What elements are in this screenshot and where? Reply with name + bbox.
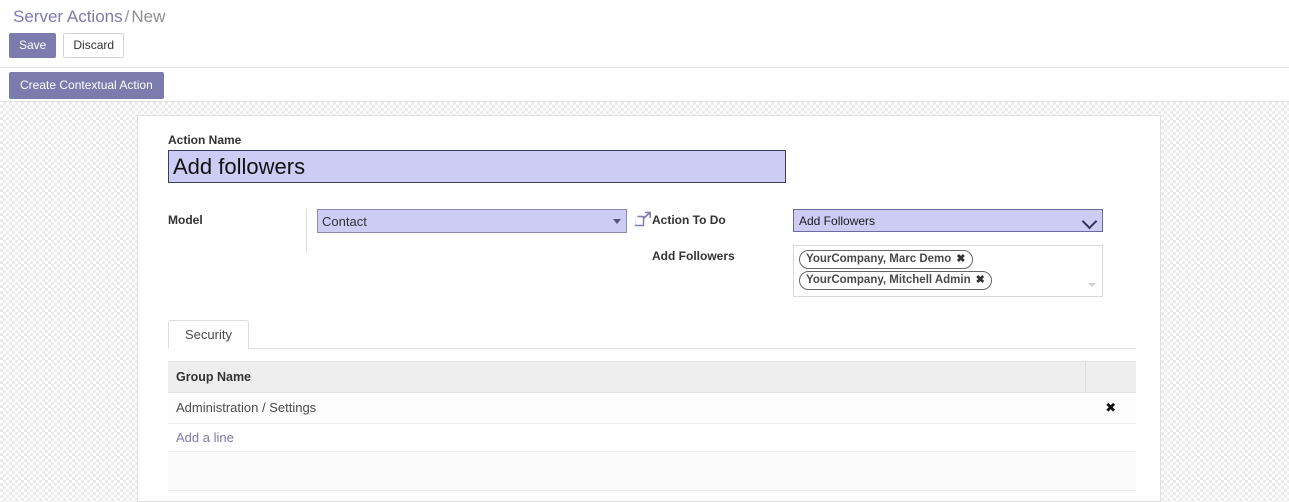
- action-name-input[interactable]: [168, 150, 786, 183]
- table-body: Administration / Settings ✖ Add a line: [168, 392, 1136, 491]
- model-field-row: Model Contact: [168, 209, 652, 253]
- column-header-actions: [1085, 361, 1136, 393]
- tag-remove-icon[interactable]: ✖: [976, 272, 985, 289]
- empty-cell: [168, 451, 1136, 491]
- right-column: Action To Do Add Followers Add Followers: [652, 209, 1122, 297]
- empty-row: [168, 451, 1136, 491]
- action-to-do-row: Action To Do Add Followers: [652, 209, 1122, 239]
- column-divider: [306, 209, 307, 253]
- action-to-do-select[interactable]: Add Followers: [793, 209, 1103, 232]
- add-followers-row: Add Followers YourCompany, Marc Demo ✖ Y…: [652, 245, 1122, 297]
- discard-button[interactable]: Discard: [63, 33, 125, 58]
- action-name-label: Action Name: [168, 133, 242, 147]
- form-sheet: Action Name Model Contact: [137, 115, 1161, 502]
- tag-label: YourCompany, Mitchell Admin: [806, 274, 971, 286]
- add-followers-field: YourCompany, Marc Demo ✖ YourCompany, Mi…: [793, 245, 1103, 297]
- breadcrumb-parent-link[interactable]: Server Actions: [13, 7, 123, 26]
- add-line-row: Add a line: [168, 423, 1136, 452]
- security-groups-table: Group Name Administration / Settings ✖ A…: [168, 361, 1136, 491]
- external-link-icon[interactable]: [633, 211, 652, 228]
- form-canvas: Action Name Model Contact: [0, 102, 1289, 502]
- main-field-group: Model Contact Action To Do Add Followers…: [168, 209, 1136, 297]
- save-button[interactable]: Save: [9, 33, 57, 58]
- row-delete-icon[interactable]: ✖: [1085, 392, 1136, 424]
- left-column: Model Contact: [168, 209, 652, 297]
- cell-group-name: Administration / Settings: [168, 392, 1086, 424]
- create-contextual-action-button[interactable]: Create Contextual Action: [9, 72, 164, 99]
- column-header-group-name: Group Name: [168, 361, 1086, 393]
- table-header-row: Group Name: [168, 361, 1136, 393]
- add-followers-label: Add Followers: [652, 249, 735, 263]
- table-row[interactable]: Administration / Settings ✖: [168, 392, 1136, 424]
- action-to-do-label: Action To Do: [652, 213, 726, 227]
- model-field: Contact: [317, 209, 652, 233]
- breadcrumb-current: New: [131, 7, 166, 26]
- tag-label: YourCompany, Marc Demo: [806, 253, 952, 265]
- breadcrumb: Server Actions / New: [13, 6, 1289, 28]
- followers-tags-input[interactable]: YourCompany, Marc Demo ✖ YourCompany, Mi…: [793, 245, 1103, 297]
- status-bar: Create Contextual Action: [0, 68, 1289, 102]
- notebook: Security Group Name Administration / Set…: [168, 320, 1136, 501]
- breadcrumb-bar: Server Actions / New: [0, 0, 1289, 33]
- table-head: Group Name: [168, 361, 1136, 393]
- add-line-cell: Add a line: [168, 423, 1136, 452]
- model-select[interactable]: Contact: [317, 209, 627, 233]
- action-to-do-field: Add Followers: [793, 209, 1103, 232]
- add-a-line-link[interactable]: Add a line: [176, 430, 234, 445]
- model-label: Model: [168, 213, 203, 227]
- tab-security[interactable]: Security: [168, 320, 249, 349]
- form-action-bar: Save Discard: [0, 33, 1289, 68]
- tag-item[interactable]: YourCompany, Marc Demo ✖: [799, 250, 973, 269]
- tag-list: YourCompany, Marc Demo ✖ YourCompany, Mi…: [799, 250, 1084, 292]
- chevron-down-icon: [1088, 283, 1096, 287]
- tag-remove-icon[interactable]: ✖: [956, 251, 965, 268]
- notebook-tabs: Security: [168, 320, 1136, 349]
- tag-item[interactable]: YourCompany, Mitchell Admin ✖: [799, 271, 992, 290]
